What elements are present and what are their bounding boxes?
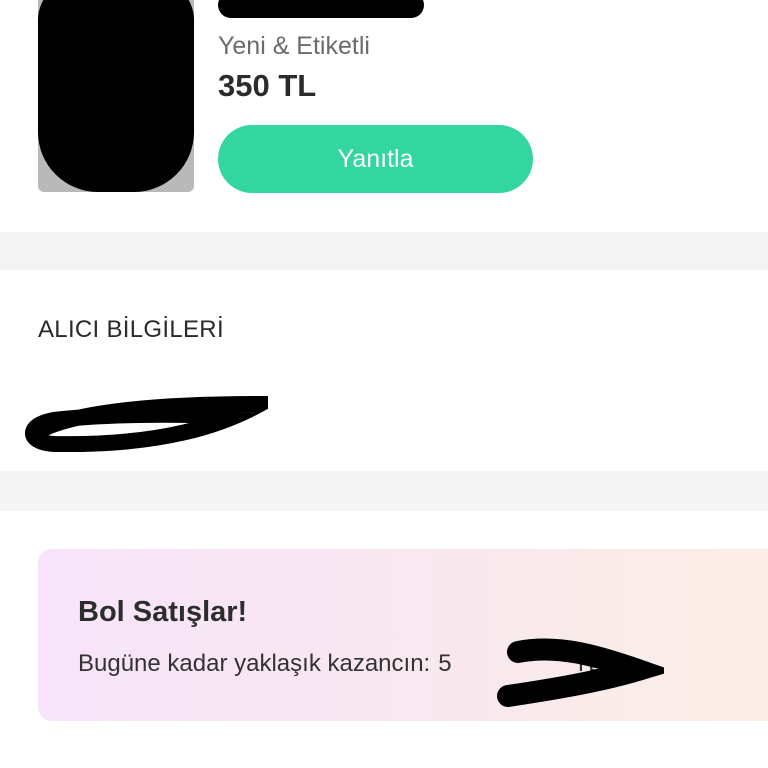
earnings-redaction — [497, 638, 664, 707]
promo-title: Bol Satışlar! — [78, 596, 248, 628]
buyer-username-redaction — [25, 395, 268, 452]
product-condition: Yeni & Etiketli — [218, 32, 370, 60]
earnings-value: 5 — [438, 650, 452, 677]
buyer-info-title: ALICI BİLGİLERİ — [38, 316, 224, 343]
product-price: 350 TL — [218, 68, 317, 103]
product-image[interactable] — [38, 0, 194, 192]
section-divider — [0, 232, 768, 270]
earnings-label: Bugüne kadar yaklaşık kazancın: — [78, 650, 431, 677]
reply-button[interactable]: Yanıtla — [218, 125, 533, 193]
product-title-redaction — [218, 0, 424, 18]
section-divider — [0, 471, 768, 511]
redaction-mark — [38, 0, 194, 192]
